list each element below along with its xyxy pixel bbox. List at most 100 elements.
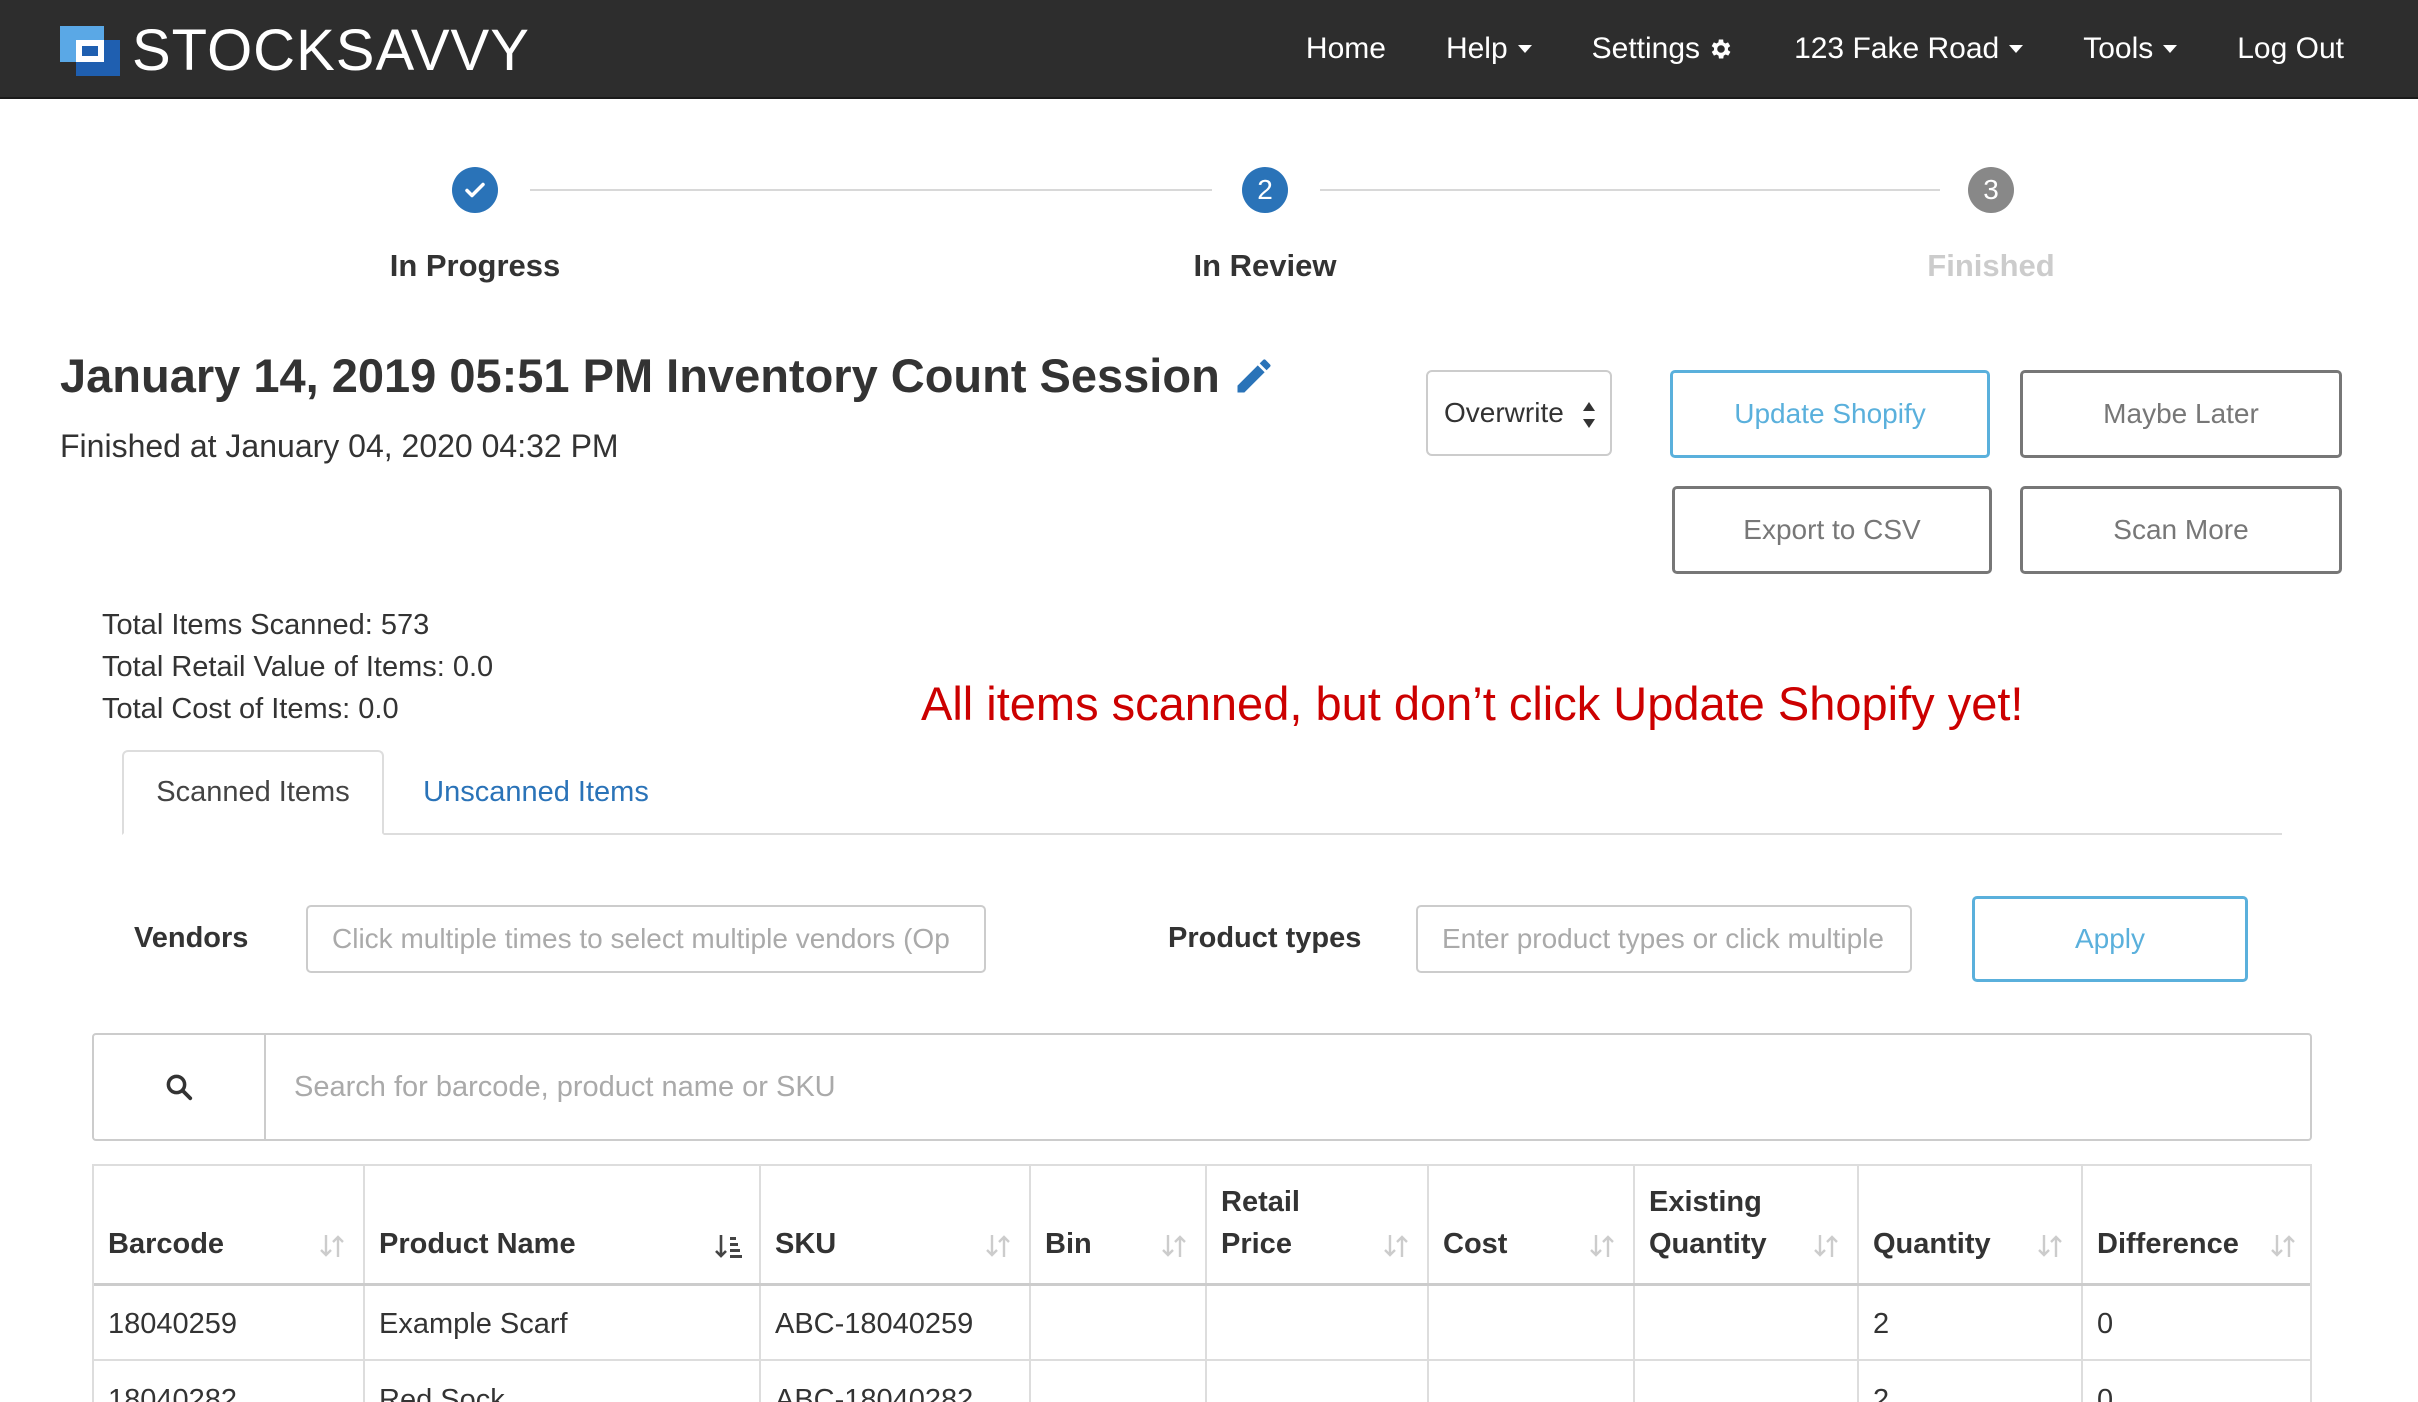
step-connector xyxy=(530,189,1212,191)
column-header-cost[interactable]: Cost xyxy=(1428,1166,1635,1286)
column-header-product-name[interactable]: Product Name xyxy=(364,1166,761,1286)
sort-icon xyxy=(1590,1234,1614,1257)
cell-cost xyxy=(1428,1360,1635,1402)
sort-icon xyxy=(986,1234,1010,1257)
scan-more-button[interactable]: Scan More xyxy=(2020,486,2342,574)
tab-scanned-items[interactable]: Scanned Items xyxy=(122,750,384,835)
pencil-edit-icon[interactable] xyxy=(1232,354,1276,398)
sort-icon xyxy=(320,1234,344,1257)
sort-icon xyxy=(1814,1234,1838,1257)
total-retail-value: Total Retail Value of Items: 0.0 xyxy=(102,651,494,683)
nav-home[interactable]: Home xyxy=(1306,32,1386,66)
sort-icon xyxy=(2038,1234,2062,1257)
column-header-retail-price[interactable]: Retail Price xyxy=(1206,1166,1429,1286)
nav-tools-dropdown[interactable]: Tools xyxy=(2083,31,2178,66)
caret-down-icon xyxy=(1517,44,1532,53)
cell-bin xyxy=(1030,1284,1207,1361)
cell-cost xyxy=(1428,1284,1635,1361)
cell-product-name: Red Sock xyxy=(364,1360,761,1402)
nav-help-label: Help xyxy=(1445,31,1508,65)
search-icon xyxy=(166,1074,193,1101)
column-header-difference[interactable]: Difference xyxy=(2082,1166,2310,1286)
navbar: STOCKSAVVY Home Help Settings 123 Fake R… xyxy=(0,0,2418,99)
cell-sku: ABC-18040282 xyxy=(760,1360,1031,1402)
step-2-label: In Review xyxy=(1193,248,1337,283)
product-types-label: Product types xyxy=(1168,922,1362,954)
caret-down-icon xyxy=(2163,44,2178,53)
vendors-label: Vendors xyxy=(134,922,249,954)
product-types-input[interactable]: Enter product types or click multiple xyxy=(1416,905,1912,973)
step-3-circle: 3 xyxy=(1968,167,2014,213)
caret-down-icon xyxy=(2009,44,2024,53)
cell-sku: ABC-18040259 xyxy=(760,1284,1031,1361)
stocksavvy-logo-icon xyxy=(60,26,120,76)
cell-existing-quantity xyxy=(1634,1360,1859,1402)
header-label: Retail Price xyxy=(1221,1185,1300,1260)
total-cost: Total Cost of Items: 0.0 xyxy=(102,693,399,725)
nav-tools-label: Tools xyxy=(2083,31,2154,65)
header-label: Product Name xyxy=(379,1227,576,1260)
session-title-text: January 14, 2019 05:51 PM Inventory Coun… xyxy=(60,349,1220,402)
tab-unscanned-items[interactable]: Unscanned Items xyxy=(400,750,672,835)
nav-settings[interactable]: Settings xyxy=(1592,32,1734,66)
maybe-later-button[interactable]: Maybe Later xyxy=(2020,370,2342,458)
cell-difference: 0 xyxy=(2082,1360,2310,1402)
nav-logout[interactable]: Log Out xyxy=(2237,32,2344,66)
sort-icon xyxy=(2271,1234,2295,1257)
brand-name: STOCKSAVVY xyxy=(132,17,530,83)
header-label: Quantity xyxy=(1873,1227,1991,1260)
cell-product-name: Example Scarf xyxy=(364,1284,761,1361)
cell-quantity: 2 xyxy=(1858,1360,2083,1402)
header-label: Cost xyxy=(1443,1227,1508,1260)
header-label: Barcode xyxy=(108,1227,225,1260)
update-shopify-button[interactable]: Update Shopify xyxy=(1670,370,1990,458)
total-items-scanned: Total Items Scanned: 573 xyxy=(102,609,430,641)
nav-home-label: Home xyxy=(1305,31,1386,65)
inventory-table: Barcode Product Name SKU Bin Retail Pric… xyxy=(92,1164,2312,1402)
nav-location-dropdown[interactable]: 123 Fake Road xyxy=(1794,31,2024,66)
mode-select-value: Overwrite xyxy=(1444,397,1564,428)
cell-barcode: 18040282 xyxy=(94,1360,365,1402)
cell-quantity: 2 xyxy=(1858,1284,2083,1361)
apply-button[interactable]: Apply xyxy=(1972,896,2248,982)
table-row[interactable]: 18040282 Red Sock ABC-18040282 2 0 xyxy=(94,1360,2310,1402)
column-header-quantity[interactable]: Quantity xyxy=(1858,1166,2083,1286)
nav-settings-label: Settings xyxy=(1591,31,1701,65)
nav-logout-label: Log Out xyxy=(2237,31,2344,65)
sort-icon xyxy=(1384,1234,1408,1257)
annotation-text: All items scanned, but don’t click Updat… xyxy=(921,677,2024,730)
step-1-check-icon xyxy=(452,167,498,213)
nav-help-dropdown[interactable]: Help xyxy=(1446,32,1532,66)
step-connector xyxy=(1320,189,1940,191)
select-arrows-icon xyxy=(1583,402,1595,428)
search-bar: Search for barcode, product name or SKU xyxy=(92,1033,2312,1141)
cell-bin xyxy=(1030,1360,1207,1402)
cell-difference: 0 xyxy=(2082,1284,2310,1361)
nav-location-label: 123 Fake Road xyxy=(1794,31,2000,65)
header-label: SKU xyxy=(775,1227,837,1260)
header-label: Difference xyxy=(2097,1227,2239,1260)
column-header-barcode[interactable]: Barcode xyxy=(94,1166,365,1286)
cell-retail-price xyxy=(1206,1284,1429,1361)
mode-select[interactable]: Overwrite xyxy=(1426,370,1612,456)
cell-existing-quantity xyxy=(1634,1284,1859,1361)
page-title: January 14, 2019 05:51 PM Inventory Coun… xyxy=(60,348,1276,403)
column-header-bin[interactable]: Bin xyxy=(1030,1166,1207,1286)
session-stats: Total Items Scanned: 573 Total Retail Va… xyxy=(102,604,493,730)
search-input[interactable]: Search for barcode, product name or SKU xyxy=(294,1035,836,1139)
table-row[interactable]: 18040259 Example Scarf ABC-18040259 2 0 xyxy=(94,1284,2310,1361)
gear-icon xyxy=(1711,38,1731,59)
cell-barcode: 18040259 xyxy=(94,1284,365,1361)
search-button[interactable] xyxy=(94,1035,266,1139)
sort-icon xyxy=(1162,1234,1186,1257)
column-header-existing-quantity[interactable]: Existing Quantity xyxy=(1634,1166,1859,1286)
brand[interactable]: STOCKSAVVY xyxy=(60,18,530,83)
step-2-circle: 2 xyxy=(1242,167,1288,213)
header-label: Existing Quantity xyxy=(1649,1185,1767,1260)
export-csv-button[interactable]: Export to CSV xyxy=(1672,486,1992,574)
column-header-sku[interactable]: SKU xyxy=(760,1166,1031,1286)
step-3-label: Finished xyxy=(1927,248,2055,283)
header-label: Bin xyxy=(1045,1227,1092,1260)
vendors-input[interactable]: Click multiple times to select multiple … xyxy=(306,905,986,973)
table-header-row: Barcode Product Name SKU Bin Retail Pric… xyxy=(94,1166,2310,1286)
